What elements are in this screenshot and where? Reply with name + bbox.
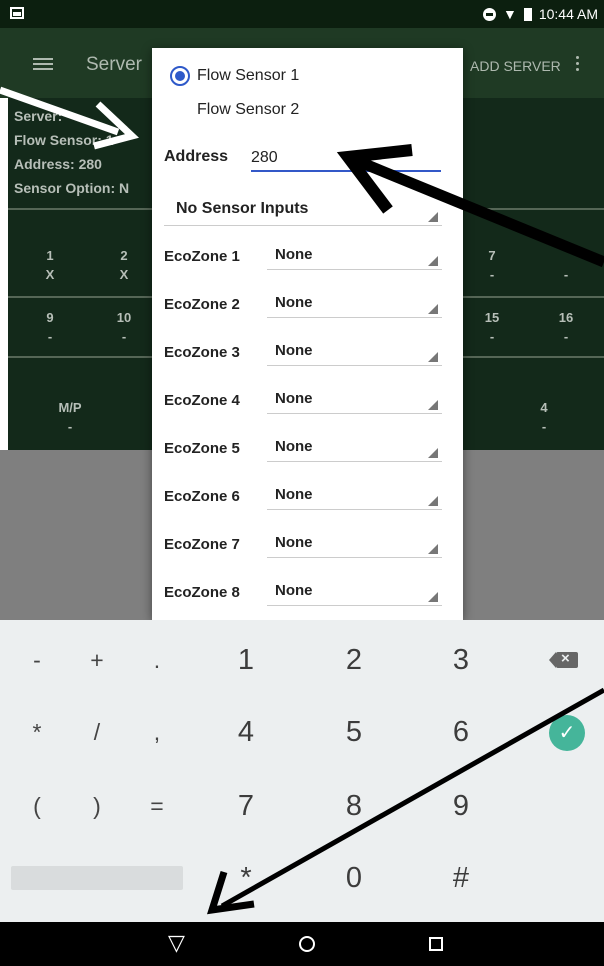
wifi-icon: ▼ xyxy=(502,6,517,22)
key-8[interactable]: 8 xyxy=(324,776,384,836)
dropdown-arrow-icon xyxy=(428,544,438,554)
key-comma[interactable]: , xyxy=(127,702,187,762)
ecozone-4-dropdown[interactable]: None xyxy=(267,384,442,414)
address-info: Address: 280 xyxy=(14,156,102,172)
ecozone-7-label: EcoZone 7 xyxy=(164,536,240,553)
zone-cell: 1X xyxy=(45,248,55,282)
flow-sensor-info: Flow Sensor: 1 xyxy=(14,132,114,148)
dropdown-arrow-icon xyxy=(428,352,438,362)
pump-cell: M/P - xyxy=(58,400,82,434)
do-not-disturb-icon xyxy=(482,7,496,21)
key-5[interactable]: 5 xyxy=(324,702,384,762)
backspace-icon[interactable] xyxy=(549,650,578,668)
key-0[interactable]: 0 xyxy=(324,848,384,908)
dropdown-arrow-icon xyxy=(428,448,438,458)
key-asterisk[interactable]: * xyxy=(7,702,67,762)
server-label: Server: xyxy=(14,108,63,124)
sensor-inputs-dropdown[interactable]: No Sensor Inputs xyxy=(164,196,442,226)
clock: 10:44 AM xyxy=(538,6,598,22)
dropdown-arrow-icon xyxy=(428,304,438,314)
key-2[interactable]: 2 xyxy=(324,630,384,690)
ecozone-6-label: EcoZone 6 xyxy=(164,488,240,505)
key-equals[interactable]: = xyxy=(127,776,187,836)
ecozone-1-label: EcoZone 1 xyxy=(164,248,240,265)
home-icon[interactable] xyxy=(299,936,315,952)
ecozone-2-dropdown[interactable]: None xyxy=(267,288,442,318)
navigation-bar: ▽ xyxy=(0,922,604,966)
dropdown-arrow-icon xyxy=(428,400,438,410)
zone-cell: 7- xyxy=(488,248,496,282)
ecozone-8-dropdown[interactable]: None xyxy=(267,576,442,606)
key-period[interactable]: . xyxy=(127,630,187,690)
key-9[interactable]: 9 xyxy=(431,776,491,836)
image-icon xyxy=(10,7,24,19)
sensor-option-info: Sensor Option: N xyxy=(14,180,130,196)
flow-sensor-2-option[interactable]: Flow Sensor 2 xyxy=(170,100,299,120)
numeric-keyboard: - + . 1 2 3 * / , 4 5 6 ✓ ( ) = 7 8 9 * … xyxy=(0,620,604,922)
checkmark-icon[interactable]: ✓ xyxy=(549,715,585,751)
status-bar: ▼ 10:44 AM xyxy=(0,0,604,28)
ecozone-2-label: EcoZone 2 xyxy=(164,296,240,313)
dropdown-arrow-icon xyxy=(428,496,438,506)
dropdown-arrow-icon xyxy=(428,256,438,266)
ecozone-5-label: EcoZone 5 xyxy=(164,440,240,457)
sensor-inputs-value: No Sensor Inputs xyxy=(176,200,309,217)
flow-sensor-1-option[interactable]: Flow Sensor 1 xyxy=(170,66,299,86)
address-input[interactable] xyxy=(251,142,441,172)
status-icons: ▼ 10:44 AM xyxy=(482,0,598,28)
key-star[interactable]: * xyxy=(216,848,276,908)
ecozone-4-label: EcoZone 4 xyxy=(164,392,240,409)
ecozone-5-dropdown[interactable]: None xyxy=(267,432,442,462)
flow-sensor-dialog: Flow Sensor 1 Flow Sensor 2 Address No S… xyxy=(152,48,463,620)
ecozone-3-dropdown[interactable]: None xyxy=(267,336,442,366)
ecozone-3-label: EcoZone 3 xyxy=(164,344,240,361)
ecozone-7-dropdown[interactable]: None xyxy=(267,528,442,558)
pump-cell: 4- xyxy=(540,400,548,434)
zone-cell: 16- xyxy=(558,310,574,344)
recents-icon[interactable] xyxy=(429,937,443,951)
battery-icon xyxy=(523,7,532,21)
key-minus[interactable]: - xyxy=(7,630,67,690)
zone-cell: 10- xyxy=(116,310,132,344)
key-close-paren[interactable]: ) xyxy=(67,776,127,836)
dropdown-arrow-icon xyxy=(428,212,438,222)
ecozone-1-dropdown[interactable]: None xyxy=(267,240,442,270)
back-icon[interactable]: ▽ xyxy=(168,930,185,956)
key-4[interactable]: 4 xyxy=(216,702,276,762)
space-bar[interactable] xyxy=(11,866,183,890)
kebab-menu-icon[interactable] xyxy=(576,56,579,71)
radio-selected-icon[interactable] xyxy=(170,66,190,86)
flow-sensor-2-label: Flow Sensor 2 xyxy=(197,101,300,118)
ecozone-6-dropdown[interactable]: None xyxy=(267,480,442,510)
key-1[interactable]: 1 xyxy=(216,630,276,690)
zone-cell: 2X xyxy=(119,248,129,282)
zone-cell: 9- xyxy=(46,310,54,344)
zone-cell: - xyxy=(563,267,569,282)
address-label: Address xyxy=(164,148,229,165)
key-open-paren[interactable]: ( xyxy=(7,776,67,836)
ecozone-8-label: EcoZone 8 xyxy=(164,584,240,601)
dropdown-arrow-icon xyxy=(428,592,438,602)
app-title: Server xyxy=(86,54,142,75)
key-7[interactable]: 7 xyxy=(216,776,276,836)
key-3[interactable]: 3 xyxy=(431,630,491,690)
key-6[interactable]: 6 xyxy=(431,702,491,762)
key-hash[interactable]: # xyxy=(431,848,491,908)
key-slash[interactable]: / xyxy=(67,702,127,762)
radio-unselected-icon[interactable] xyxy=(170,100,190,120)
zone-cell: 15- xyxy=(484,310,500,344)
key-plus[interactable]: + xyxy=(67,630,127,690)
flow-sensor-1-label: Flow Sensor 1 xyxy=(197,67,300,84)
add-server-button[interactable]: ADD SERVER xyxy=(470,58,561,74)
hamburger-menu-icon[interactable] xyxy=(33,58,53,70)
